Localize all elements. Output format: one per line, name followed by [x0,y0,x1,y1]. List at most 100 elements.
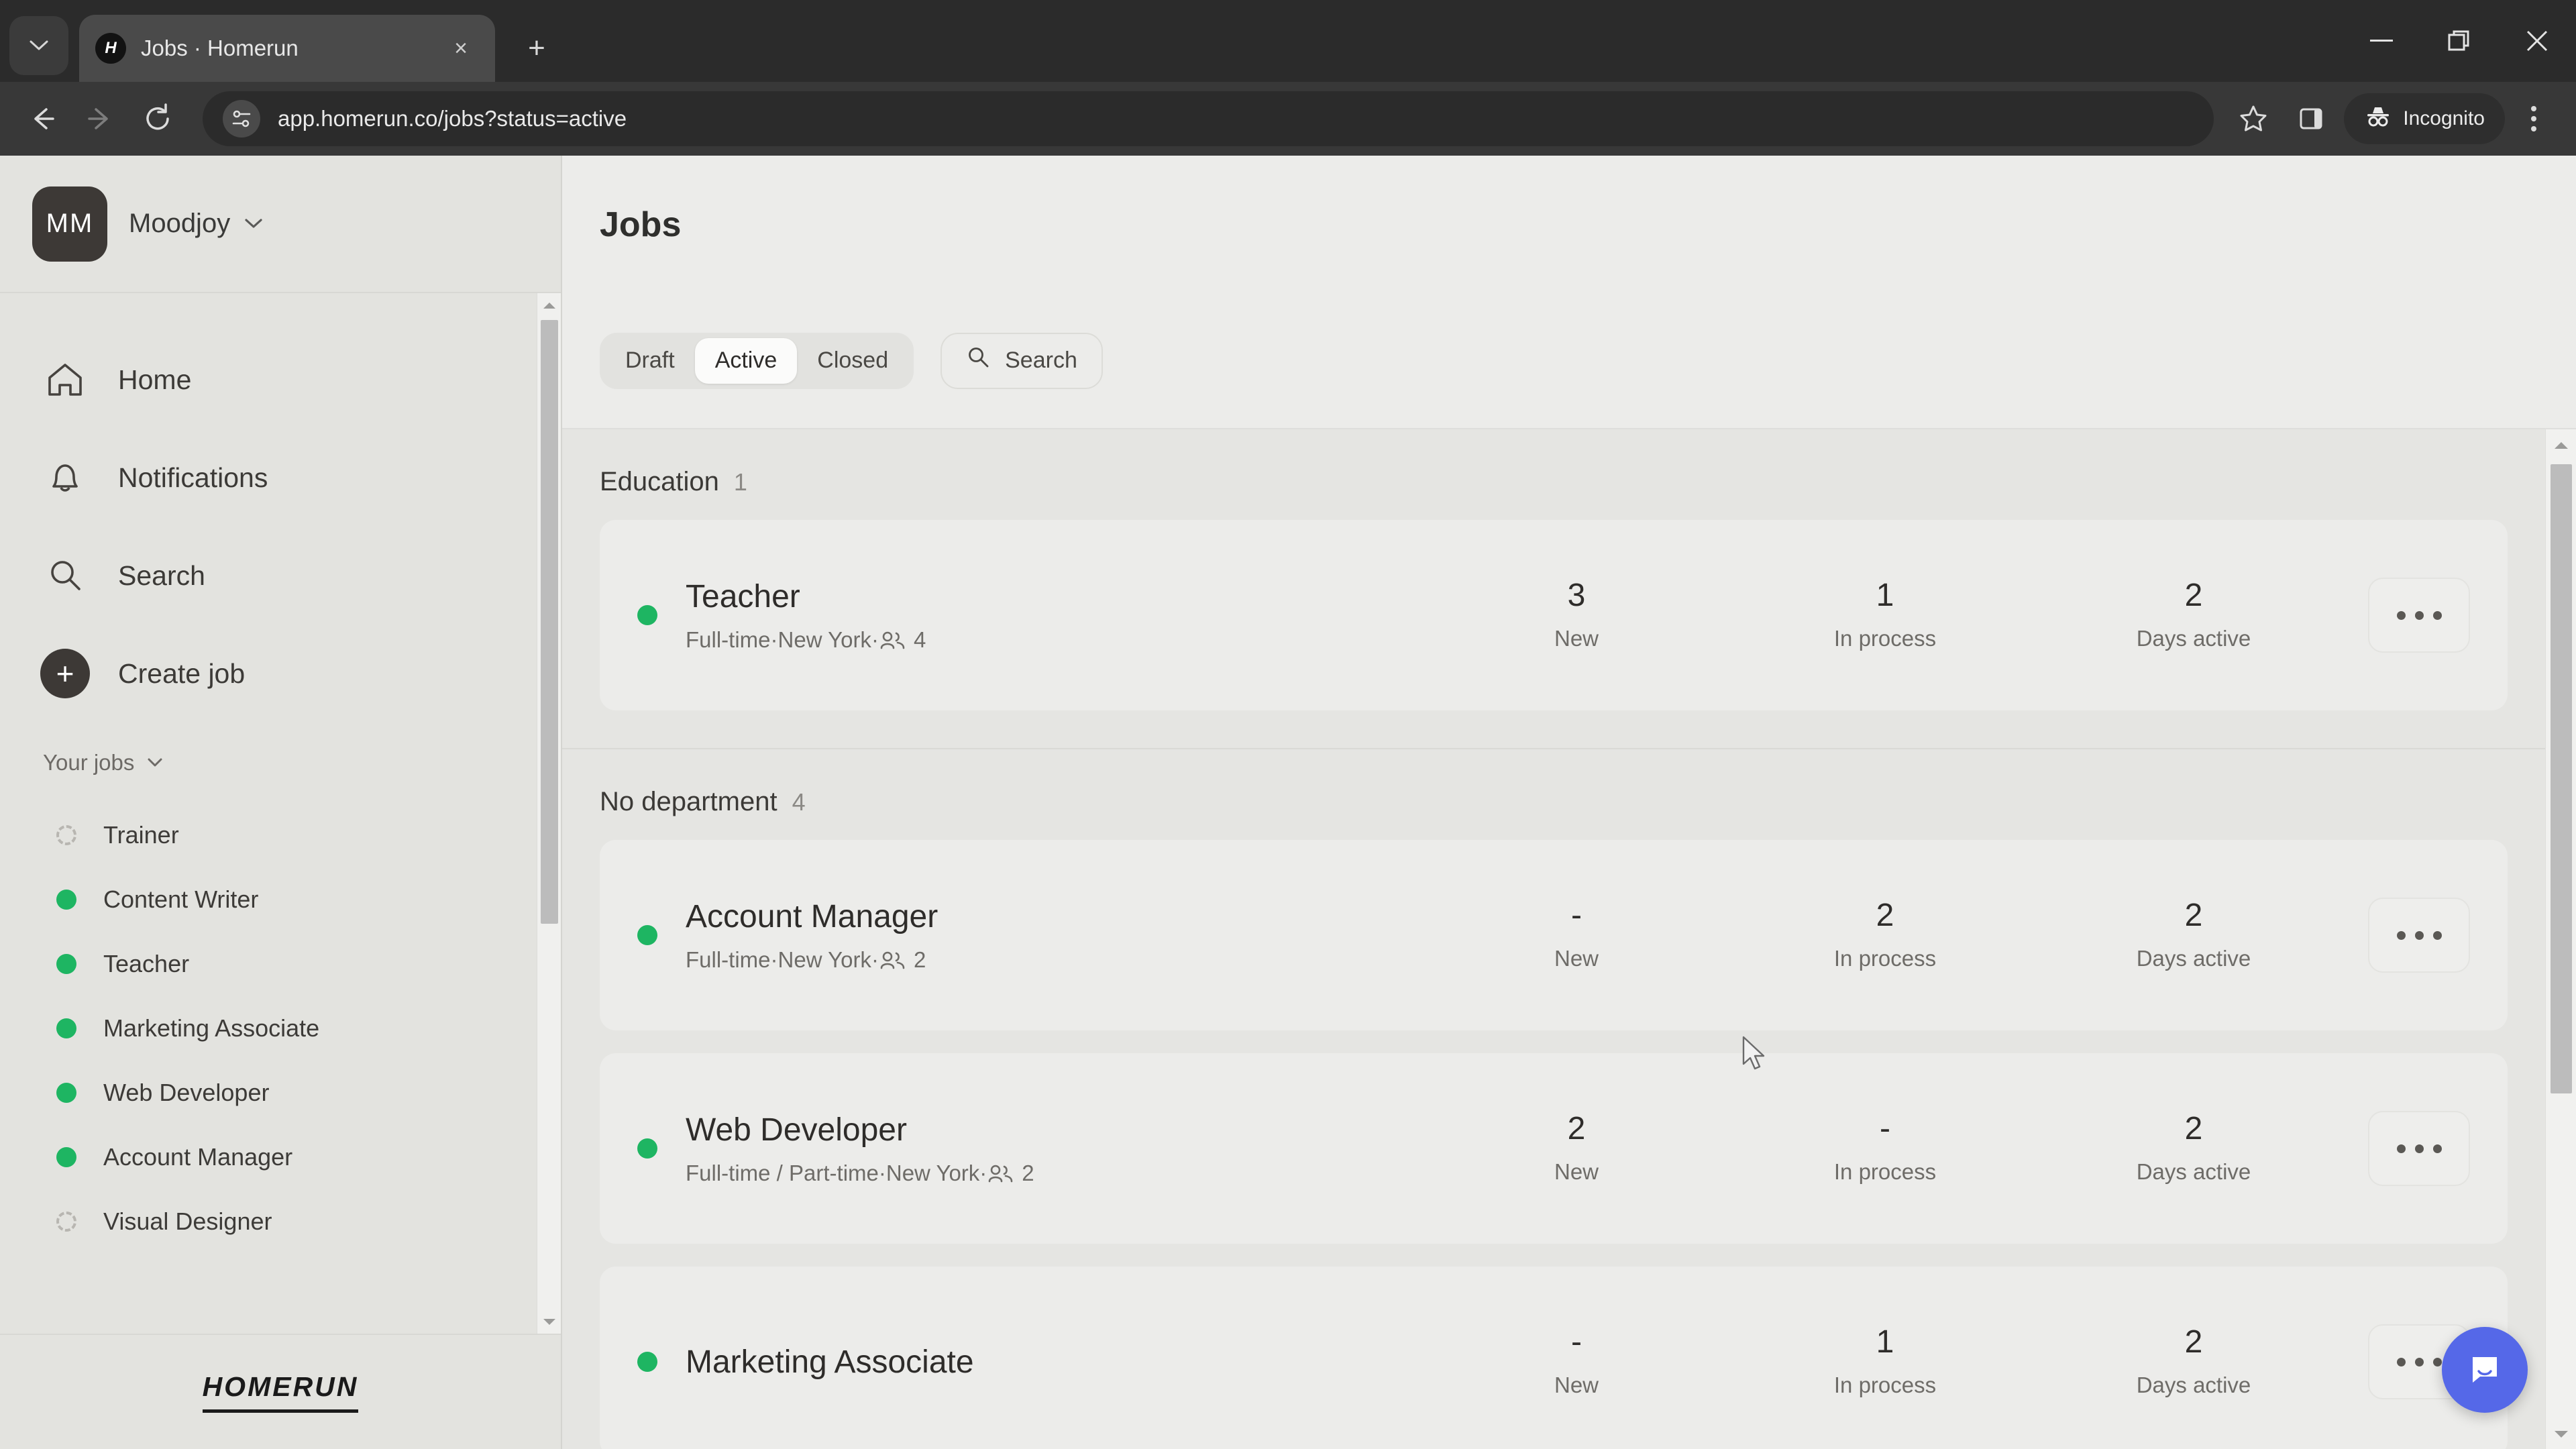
job-card[interactable]: Marketing Associate-New1In process2Days … [600,1267,2508,1449]
close-window-icon[interactable] [2498,0,2576,82]
site-settings-icon[interactable] [223,100,260,138]
sidebar: MM Moodjoy Home Notifications [0,156,562,1449]
bookmark-star-icon[interactable] [2224,90,2282,148]
status-dot-active-icon [56,890,76,910]
meta-separator: · [771,627,778,653]
stat-days-active-label: Days active [2039,626,2348,651]
meta-separator: · [871,627,879,653]
homerun-favicon-icon: H [95,33,126,64]
incognito-label: Incognito [2403,107,2485,130]
job-card-more-options-button[interactable] [2368,578,2470,653]
sidebar-item-home[interactable]: Home [0,331,561,429]
tab-closed[interactable]: Closed [797,338,908,384]
org-name: Moodjoy [129,209,230,239]
new-tab-button[interactable]: + [513,24,561,72]
stat-new-value: 3 [1422,579,1731,612]
search-button[interactable]: Search [941,333,1103,389]
job-applicant-count: 4 [914,627,926,653]
status-dot-active-icon [56,1018,76,1038]
page-title: Jobs [600,205,681,245]
job-applicant-count: 2 [914,947,926,973]
scroll-up-arrow-icon[interactable] [537,293,561,317]
stat-days-active-value: 2 [2039,579,2348,612]
sidebar-job-link[interactable]: Visual Designer [0,1189,561,1254]
back-button-icon[interactable] [13,90,71,148]
address-bar[interactable]: app.homerun.co/jobs?status=active [203,91,2214,146]
minimize-window-icon[interactable] [2343,0,2420,82]
tab-search-chevron-icon[interactable] [9,16,68,75]
job-card-info: Marketing Associate [686,1344,1422,1381]
sidebar-job-label: Content Writer [103,885,258,914]
browser-tabstrip: H Jobs · Homerun × + [0,0,2576,82]
reload-button-icon[interactable] [129,90,186,148]
stat-days-active: 2Days active [2039,1326,2348,1398]
scroll-up-arrow-icon[interactable] [2546,429,2576,460]
intercom-chat-button[interactable] [2442,1327,2528,1413]
sidebar-item-create-job[interactable]: + Create job [0,625,561,722]
sidebar-scrollbar[interactable] [537,293,561,1334]
org-switcher[interactable]: MM Moodjoy [0,156,561,293]
main-scrollbar-thumb[interactable] [2551,464,2572,1093]
jobs-section-header: No department4 [562,749,2545,840]
job-card-more-options-button[interactable] [2368,898,2470,973]
stat-new-value: - [1422,899,1731,932]
scroll-down-arrow-icon[interactable] [2546,1418,2576,1449]
jobs-sections: Education1TeacherFull-time · New York · … [562,429,2545,1449]
forward-button-icon[interactable] [71,90,129,148]
job-title: Web Developer [686,1112,1422,1148]
stat-days-active: 2Days active [2039,1112,2348,1185]
tab-draft[interactable]: Draft [605,338,695,384]
people-icon [879,630,906,650]
chevron-down-icon[interactable] [148,755,162,771]
main-scrollbar[interactable] [2545,429,2576,1449]
sidebar-job-link[interactable]: Trainer [0,803,561,867]
stat-days-active-value: 2 [2039,1326,2348,1359]
tab-active[interactable]: Active [695,338,798,384]
window-controls [2343,0,2576,82]
sidebar-footer: HOMERUN [0,1334,561,1449]
card-spacer [562,1244,2545,1267]
sidebar-job-link[interactable]: Teacher [0,932,561,996]
stat-new-label: New [1422,626,1731,651]
stat-in-process-label: In process [1731,946,2039,971]
stat-in-process-label: In process [1731,626,2039,651]
sidebar-job-link[interactable]: Marketing Associate [0,996,561,1061]
maximize-window-icon[interactable] [2420,0,2498,82]
sidebar-job-label: Account Manager [103,1143,292,1171]
stat-days-active-label: Days active [2039,1159,2348,1185]
sidebar-job-link[interactable]: Web Developer [0,1061,561,1125]
sidebar-item-notifications[interactable]: Notifications [0,429,561,527]
stat-days-active-label: Days active [2039,946,2348,971]
job-title: Account Manager [686,898,1422,935]
job-card[interactable]: Account ManagerFull-time · New York · 2-… [600,840,2508,1030]
job-card-more-options-button[interactable] [2368,1111,2470,1186]
status-dot-active-icon [56,1083,76,1103]
section-spacer [562,710,2545,748]
close-tab-icon[interactable]: × [443,30,479,66]
browser-tab[interactable]: H Jobs · Homerun × [79,15,495,82]
status-filter-tabs: Draft Active Closed [600,333,914,389]
incognito-indicator[interactable]: Incognito [2344,93,2505,144]
stat-days-active-value: 2 [2039,899,2348,932]
stat-new: - New [1422,899,1731,971]
sidebar-item-label: Search [118,560,205,592]
stat-in-process-label: In process [1731,1373,2039,1398]
sidebar-job-link[interactable]: Account Manager [0,1125,561,1189]
stat-new-label: New [1422,946,1731,971]
status-dot-active-icon [56,954,76,974]
your-jobs-section-header[interactable]: Your jobs [0,722,561,803]
status-dot-draft-icon [56,825,76,845]
sidebar-job-link[interactable]: Content Writer [0,867,561,932]
sidebar-item-search[interactable]: Search [0,527,561,625]
side-panel-icon[interactable] [2282,90,2340,148]
sidebar-job-label: Visual Designer [103,1208,272,1236]
job-card[interactable]: Web DeveloperFull-time / Part-time · New… [600,1053,2508,1244]
browser-menu-icon[interactable] [2505,90,2563,148]
job-location: New York [778,947,871,973]
chevron-down-icon[interactable] [245,215,262,233]
job-card[interactable]: TeacherFull-time · New York · 43New1In p… [600,520,2508,710]
scroll-down-arrow-icon[interactable] [537,1309,561,1334]
address-bar-url: app.homerun.co/jobs?status=active [278,106,627,131]
stat-new-value: 2 [1422,1112,1731,1146]
sidebar-scrollbar-thumb[interactable] [541,320,558,924]
